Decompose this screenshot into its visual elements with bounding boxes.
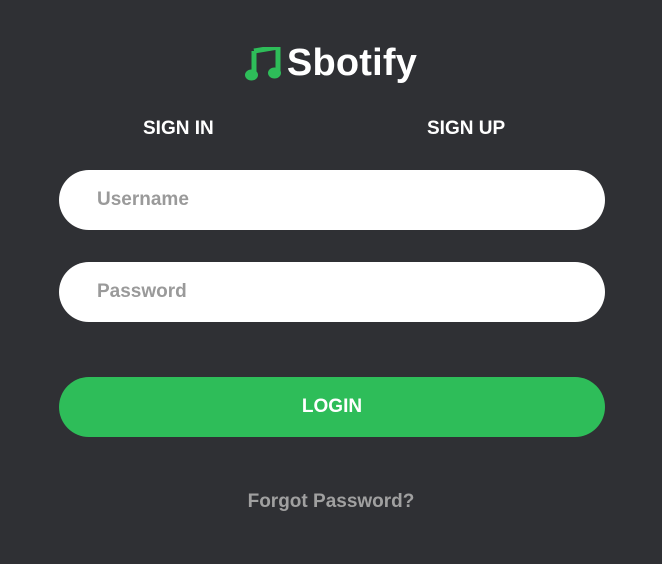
- app-name: Sbotify: [286, 42, 418, 84]
- logo: Sbotify: [0, 42, 662, 85]
- tab-sign-up[interactable]: SIGN UP: [427, 118, 505, 140]
- username-input[interactable]: [59, 170, 605, 230]
- tab-sign-in[interactable]: SIGN IN: [143, 118, 214, 140]
- password-input[interactable]: [59, 262, 605, 322]
- music-note-icon: [244, 46, 281, 81]
- login-button[interactable]: LOGIN: [59, 377, 605, 437]
- auth-tabs: SIGN IN SIGN UP: [0, 118, 662, 144]
- forgot-password-link[interactable]: Forgot Password?: [0, 491, 662, 513]
